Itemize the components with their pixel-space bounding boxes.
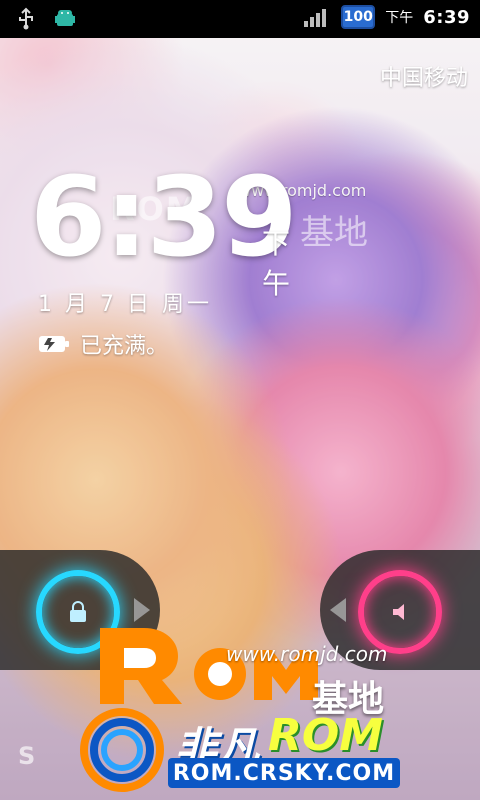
clock-time: 6:39: [30, 153, 298, 281]
charge-status: 已充满。: [38, 328, 168, 360]
status-left-icons: [14, 6, 78, 32]
android-debug-icon: [55, 10, 75, 26]
clock-ampm: 下午: [262, 227, 290, 300]
clock: 6:39 下午: [30, 153, 298, 300]
bottom-faint-text: S: [18, 742, 38, 770]
charging-icon: [39, 336, 69, 352]
watermark-ghost-cn: 基地: [300, 213, 368, 253]
crsky-rom: ROM: [268, 710, 384, 761]
date-label: 1 月 7 日 周一: [38, 292, 212, 317]
status-time: 6:39: [423, 6, 470, 28]
lock-slider-arrow: [134, 598, 150, 622]
crsky-url: ROM.CRSKY.COM: [168, 758, 400, 788]
lock-icon: [70, 601, 86, 622]
usb-icon: [19, 7, 33, 30]
battery-icon: 100: [341, 5, 376, 29]
signal-icon: [304, 9, 327, 27]
carrier-label: 中国移动: [379, 66, 468, 91]
status-right-icons: 100 下午 6:39: [303, 5, 470, 29]
watermark-url-bottom: www.romjd.com: [226, 642, 388, 666]
status-time-prefix: 下午: [385, 10, 414, 26]
charge-status-label: 已充满。: [80, 334, 169, 359]
sound-slider-arrow: [330, 598, 346, 622]
battery-level: 100: [343, 9, 373, 25]
status-bar: 100 下午 6:39: [0, 0, 480, 38]
speaker-icon: [393, 604, 404, 620]
